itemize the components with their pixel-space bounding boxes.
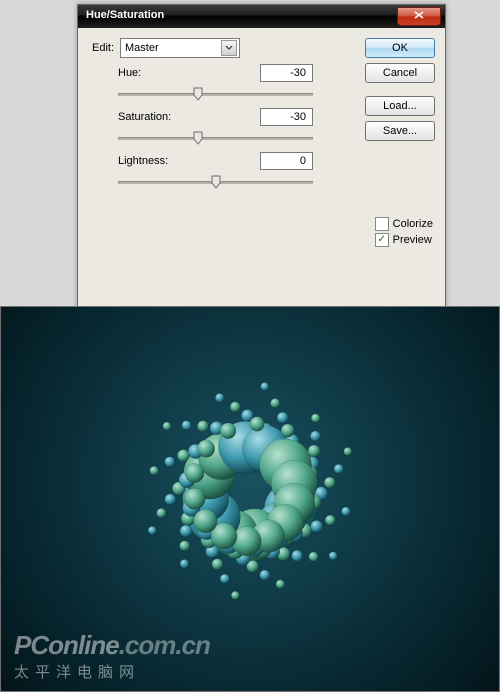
spiral-fractal-icon [65, 326, 435, 656]
saturation-label: Saturation: [118, 111, 171, 123]
button-column: OK Cancel Load... Save... [365, 38, 435, 146]
load-button[interactable]: Load... [365, 96, 435, 116]
dialog-title: Hue/Saturation [86, 9, 164, 21]
preview-image: PConline.com.cn 太平洋电脑网 [0, 306, 500, 692]
watermark-subtitle: 太平洋电脑网 [14, 661, 210, 682]
edit-label: Edit: [92, 42, 120, 54]
hue-slider[interactable] [118, 86, 313, 102]
hue-input[interactable]: -30 [260, 64, 313, 82]
saturation-input[interactable]: -30 [260, 108, 313, 126]
colorize-checkbox[interactable] [375, 217, 389, 231]
saturation-group: Saturation: -30 [118, 108, 313, 146]
preview-checkbox[interactable] [375, 233, 389, 247]
close-icon [414, 11, 424, 19]
edit-dropdown[interactable]: Master [120, 38, 240, 58]
edit-dropdown-value: Master [125, 42, 159, 54]
colorize-label: Colorize [393, 218, 433, 230]
top-panel: Hue/Saturation Edit: Master Hue: -30 [0, 0, 500, 306]
close-button[interactable] [397, 7, 441, 26]
hue-label: Hue: [118, 67, 141, 79]
titlebar[interactable]: Hue/Saturation [78, 5, 445, 28]
hue-slider-thumb[interactable] [193, 87, 203, 101]
watermark: PConline.com.cn 太平洋电脑网 [14, 630, 210, 682]
preview-label: Preview [393, 234, 432, 246]
ok-button[interactable]: OK [365, 38, 435, 58]
saturation-slider-thumb[interactable] [193, 131, 203, 145]
checkbox-column: Colorize Preview [375, 216, 433, 248]
watermark-brand: PConline.com.cn [14, 630, 210, 661]
save-button[interactable]: Save... [365, 121, 435, 141]
hue-group: Hue: -30 [118, 64, 313, 102]
lightness-slider[interactable] [118, 174, 313, 190]
saturation-slider[interactable] [118, 130, 313, 146]
lightness-input[interactable]: 0 [260, 152, 313, 170]
chevron-down-icon [221, 40, 237, 56]
lightness-group: Lightness: 0 [118, 152, 313, 190]
lightness-label: Lightness: [118, 155, 168, 167]
lightness-slider-thumb[interactable] [211, 175, 221, 189]
cancel-button[interactable]: Cancel [365, 63, 435, 83]
